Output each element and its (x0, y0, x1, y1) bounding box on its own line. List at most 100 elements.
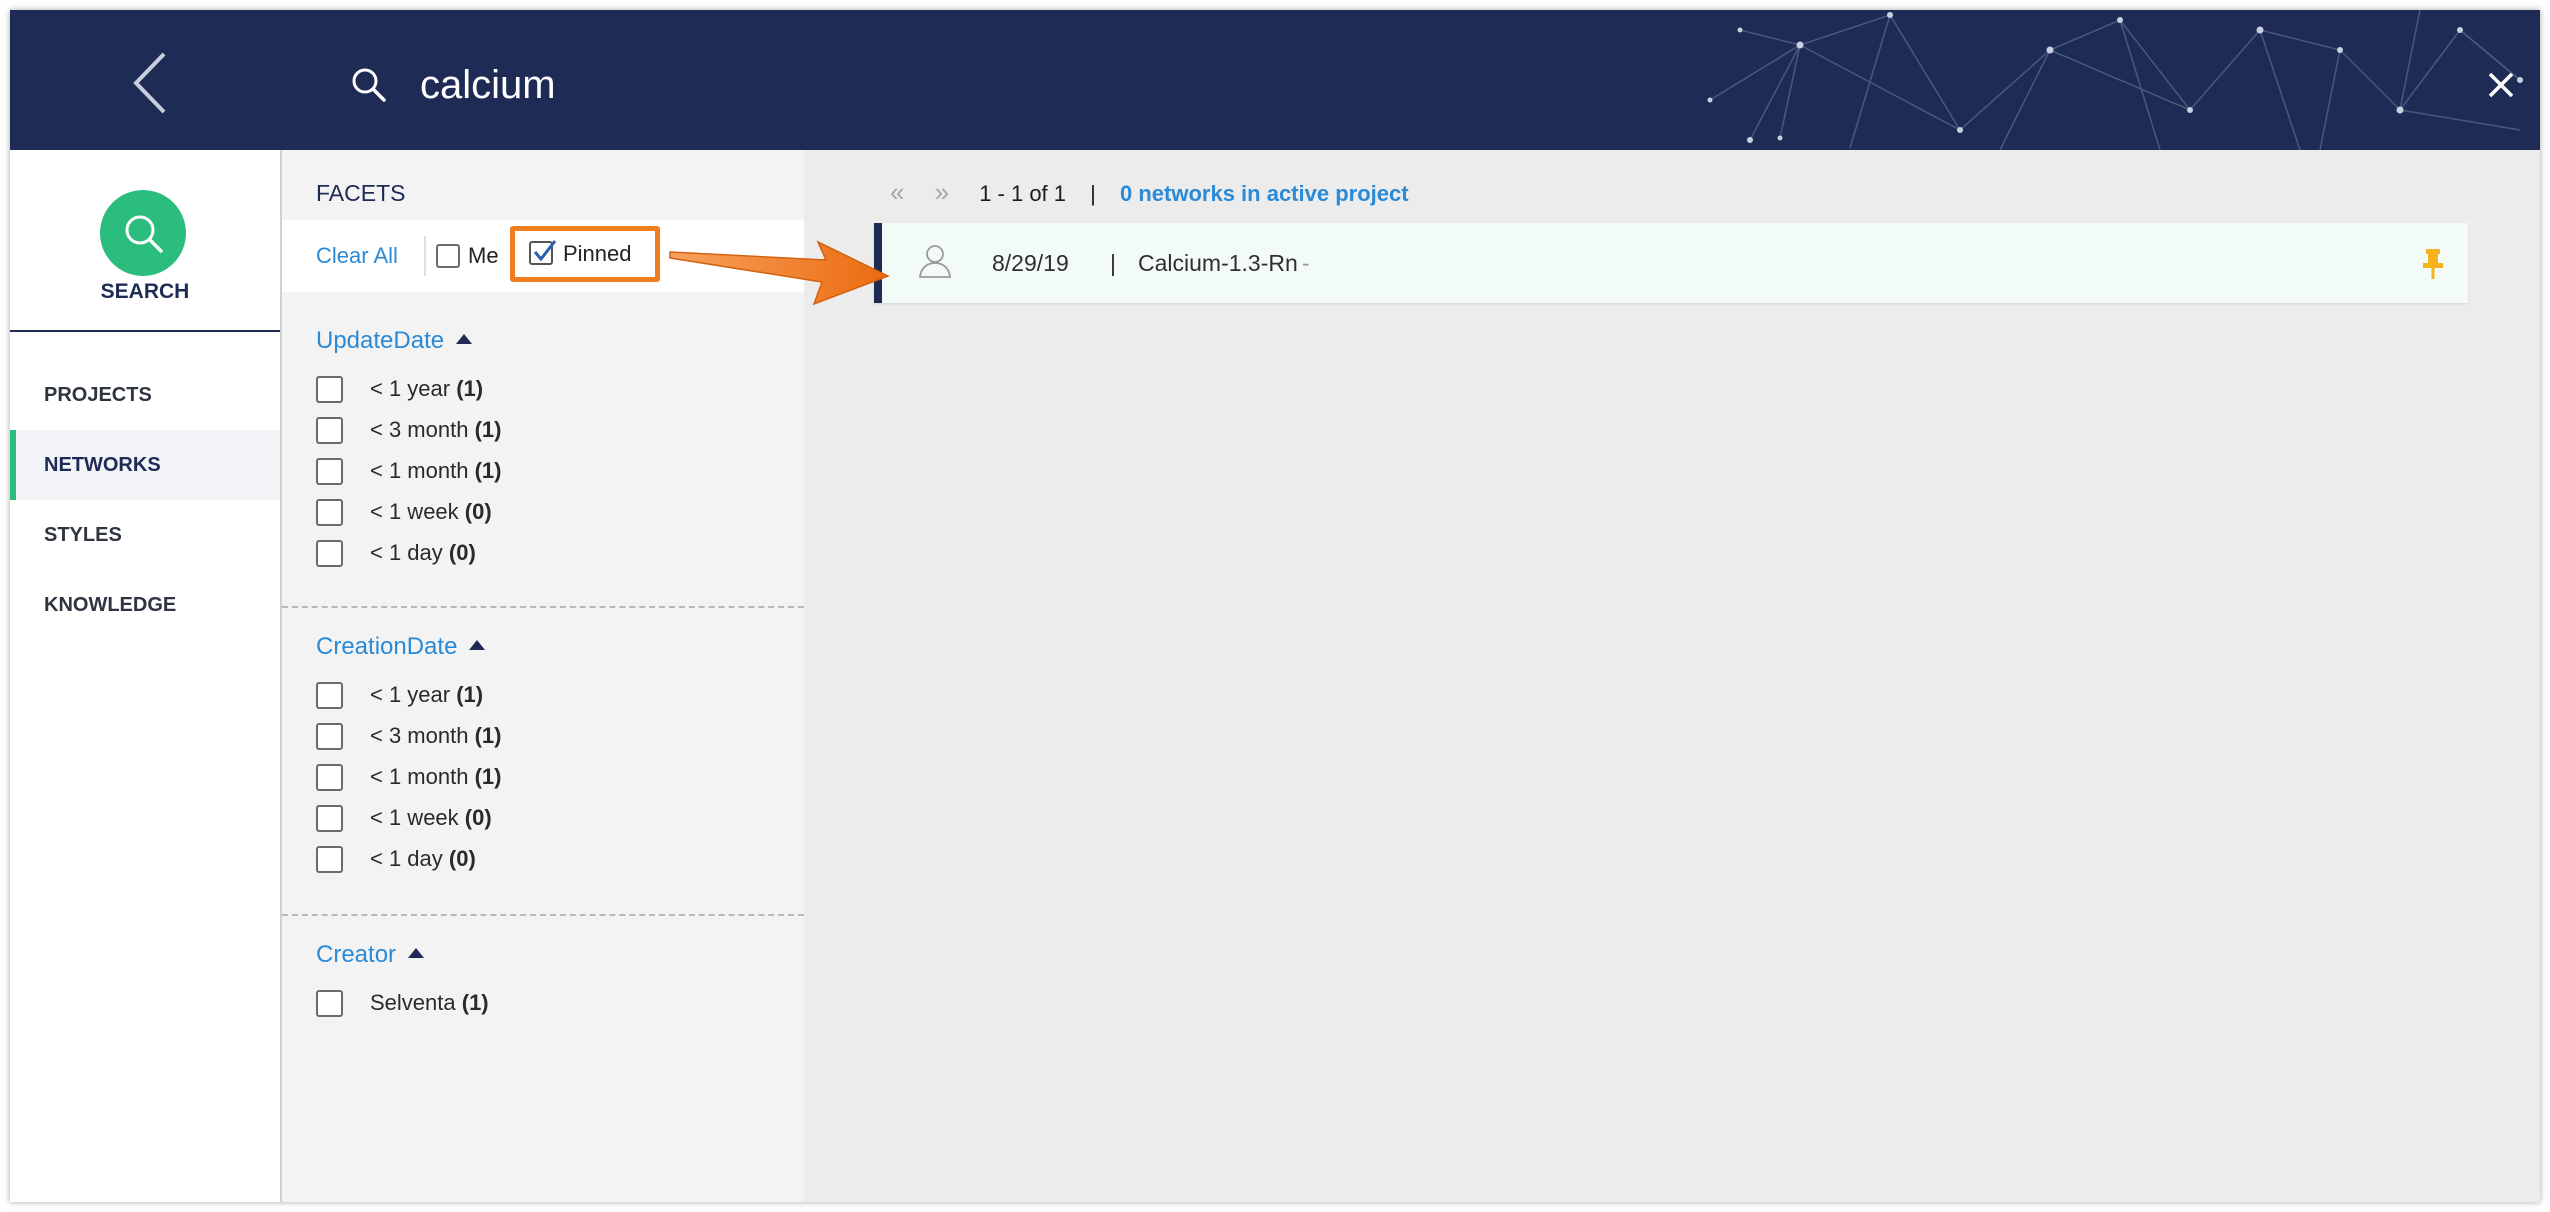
facet-option[interactable]: < 1 month (1) (316, 756, 756, 797)
facet-checkbox[interactable] (316, 805, 343, 832)
pagination: « » 1 - 1 of 1 | 0 networks in active pr… (890, 170, 1409, 214)
active-project-link[interactable]: 0 networks in active project (1120, 181, 1409, 206)
facet-option-count: (0) (448, 540, 476, 565)
network-name[interactable]: Calcium-1.3-Rn (1138, 223, 1298, 303)
facet-section-updatedate: UpdateDate < 1 year (1) < 3 month (1) < … (282, 324, 804, 584)
clear-all-link[interactable]: Clear All (316, 220, 398, 292)
facet-option-count: (1) (474, 723, 502, 748)
facet-option-count: (1) (456, 682, 484, 707)
pinned-label: Pinned (563, 241, 632, 266)
search-mode-button[interactable] (100, 190, 186, 276)
pinned-filter-highlight: Pinned (510, 226, 660, 282)
nav-divider (10, 330, 280, 332)
facet-header-creationdate[interactable]: CreationDate (316, 630, 486, 664)
annotation-arrow (669, 240, 890, 306)
header-bar: calcium (10, 10, 2540, 150)
network-description: - (1302, 250, 1310, 276)
nav-item-networks[interactable]: NETWORKS (10, 430, 280, 500)
nav-item-styles[interactable]: STYLES (10, 500, 280, 570)
facets-title: FACETS (316, 180, 406, 206)
facet-option-count: (1) (461, 990, 489, 1015)
pinned-checkbox[interactable] (529, 240, 557, 265)
facet-option-label: < 1 year (370, 682, 451, 707)
section-divider (282, 914, 804, 916)
facet-header-updatedate[interactable]: UpdateDate (316, 324, 473, 358)
facet-section-creationdate: CreationDate < 1 year (1) < 3 month (1) … (282, 630, 804, 890)
page-range: 1 - 1 of 1 (979, 181, 1067, 206)
facet-option[interactable]: < 1 year (1) (316, 368, 756, 409)
caret-up-icon (456, 333, 473, 344)
facet-checkbox[interactable] (316, 540, 343, 567)
section-divider (282, 606, 804, 608)
facet-checkbox[interactable] (316, 499, 343, 526)
facet-option-count: (1) (474, 764, 502, 789)
facet-checkbox[interactable] (316, 417, 343, 444)
facet-option-label: Selventa (370, 990, 456, 1015)
facet-checkbox[interactable] (316, 682, 343, 709)
app-window: calcium SEARCH PROJECTS NETWORKS STYLES … (10, 10, 2540, 1202)
next-page-button[interactable]: » (935, 177, 949, 207)
facet-option[interactable]: < 1 week (0) (316, 491, 756, 532)
caret-up-icon (469, 639, 486, 650)
facet-option-label: < 3 month (370, 723, 469, 748)
nav-item-knowledge[interactable]: KNOWLEDGE (10, 570, 280, 640)
divider (424, 236, 426, 276)
chevron-left-icon (133, 52, 166, 114)
result-date: 8/29/19 (992, 250, 1069, 276)
search-input[interactable]: calcium (420, 50, 1320, 120)
facet-checkbox[interactable] (316, 846, 343, 873)
facet-option[interactable]: < 1 month (1) (316, 450, 756, 491)
facet-option[interactable]: < 1 week (0) (316, 797, 756, 838)
close-icon (2488, 72, 2514, 98)
facet-option-label: < 1 month (370, 764, 469, 789)
nav-list: PROJECTS NETWORKS STYLES KNOWLEDGE (10, 360, 280, 640)
facet-title: UpdateDate (316, 327, 445, 354)
results-area: « » 1 - 1 of 1 | 0 networks in active pr… (804, 150, 2540, 1202)
facet-option-count: (1) (456, 376, 484, 401)
facet-section-creator: Creator Selventa (1) (282, 938, 804, 1038)
facet-option-count: (0) (464, 805, 492, 830)
facet-checkbox[interactable] (316, 990, 343, 1017)
facet-option-count: (1) (474, 458, 502, 483)
facet-option[interactable]: < 1 day (0) (316, 532, 756, 573)
me-checkbox[interactable] (436, 244, 460, 268)
pin-icon[interactable] (2420, 247, 2446, 281)
facet-option[interactable]: < 3 month (1) (316, 409, 756, 450)
facet-option[interactable]: < 1 year (1) (316, 674, 756, 715)
facet-checkbox[interactable] (316, 723, 343, 750)
search-mode-label: SEARCH (100, 280, 190, 303)
facet-checkbox[interactable] (316, 458, 343, 485)
close-button[interactable] (2486, 70, 2516, 100)
prev-page-button[interactable]: « (890, 177, 904, 207)
network-pattern-decoration (1707, 10, 2523, 150)
separator: | (1110, 250, 1116, 276)
facet-option-label: < 1 week (370, 499, 459, 524)
facet-checkbox[interactable] (316, 764, 343, 791)
separator: | (1090, 181, 1096, 206)
network-result-row[interactable]: 8/29/19 | Calcium-1.3-Rn - (874, 223, 2468, 303)
search-icon (125, 215, 163, 253)
facet-header-creator[interactable]: Creator (316, 938, 425, 972)
facet-checkbox[interactable] (316, 376, 343, 403)
facet-option[interactable]: < 1 day (0) (316, 838, 756, 879)
facet-option[interactable]: < 3 month (1) (316, 715, 756, 756)
caret-up-icon (408, 947, 425, 958)
facet-title: CreationDate (316, 633, 458, 660)
facet-option-count: (0) (464, 499, 492, 524)
facet-option-label: < 1 month (370, 458, 469, 483)
facet-option[interactable]: Selventa (1) (316, 982, 756, 1023)
back-button[interactable] (120, 48, 180, 118)
facet-option-label: < 1 week (370, 805, 459, 830)
facet-title: Creator (316, 941, 397, 968)
user-icon (919, 245, 951, 278)
facet-option-label: < 3 month (370, 417, 469, 442)
checkmark-icon (533, 240, 557, 262)
facet-option-label: < 1 day (370, 846, 443, 871)
left-navigation: SEARCH PROJECTS NETWORKS STYLES KNOWLEDG… (10, 150, 280, 1202)
search-icon (352, 68, 386, 102)
facet-option-count: (1) (474, 417, 502, 442)
nav-item-projects[interactable]: PROJECTS (10, 360, 280, 430)
facet-option-label: < 1 day (370, 540, 443, 565)
me-label: Me (468, 243, 499, 268)
facet-option-count: (0) (448, 846, 476, 871)
